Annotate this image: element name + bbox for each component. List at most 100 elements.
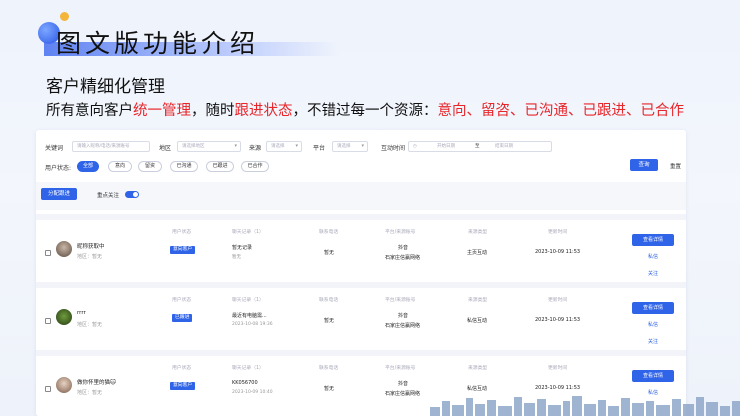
region-label: 地区 [159,145,172,152]
customer-row: 昵称获取中 地区：暂无 用户状态 聊天记录（1） 联系电话 平台/来源账号 来源… [36,214,686,281]
view-detail-button[interactable]: 查看详情 [632,370,674,382]
col-status-header: 用户状态 [172,230,192,235]
col-status-header: 用户状态 [172,298,192,303]
account-value: 石家庄信赢网络 [385,255,421,261]
follow-link[interactable]: 关注 [648,270,658,277]
date-sep: 至 [475,144,480,149]
status-label: 用户状态: [45,165,72,172]
platform-select-value: 请选择 [337,144,351,149]
private-message-link[interactable]: 私信 [648,321,658,328]
customer-name: rrrr [77,310,86,316]
filter-bar: 关键词 请输入昵称/电话/来源账号 地区 请选择地区 ▾ 来源 请选择 ▾ 平台 请… [36,130,686,178]
platform-value: 抖音 [398,245,409,251]
source-select[interactable]: 请选择 ▾ [266,141,302,152]
keyword-input[interactable]: 请输入昵称/电话/来源账号 [72,141,150,152]
col-updated-header: 更新时间 [548,366,568,371]
col-platform-header: 平台/来源账号 [385,298,416,303]
desc-part-2: ，随时 [191,103,235,119]
col-chat-header: 聊天记录（1） [232,366,264,371]
updated-time: 2023-10-09 11:53 [535,249,581,255]
col-updated-header: 更新时间 [548,230,568,235]
platform-label: 平台 [313,145,326,152]
account-value: 石家庄信赢网络 [385,323,421,329]
region-select[interactable]: 请选择地区 ▾ [177,141,241,152]
status-badge: 意向客户 [170,246,196,254]
desc-part-1: 所有意向客户 [46,103,133,119]
col-chat-header: 聊天记录（1） [232,230,264,235]
status-pill-lead[interactable]: 留资 [138,161,162,172]
private-message-link[interactable]: 私信 [648,253,658,260]
chat-sub: 暂无 [232,255,241,260]
col-phone-header: 联系电话 [319,366,339,371]
col-platform-header: 平台/来源账号 [385,366,416,371]
end-date: 结束日期 [495,144,513,149]
focus-toggle[interactable] [125,191,139,198]
phone-value: 暂无 [324,250,335,256]
customer-row: rrrr 地区：暂无 用户状态 聊天记录（1） 联系电话 平台/来源账号 来源类… [36,282,686,349]
reset-button[interactable]: 重置 [670,162,681,170]
phone-value: 暂无 [324,318,335,324]
view-detail-button[interactable]: 查看详情 [632,302,674,314]
decor-dot-yellow [60,12,69,21]
source-type-value: 主页互动 [467,250,488,256]
col-phone-header: 联系电话 [319,298,339,303]
desc-highlight-2: 跟进状态 [234,103,293,119]
row-checkbox[interactable] [45,386,51,392]
customer-region: 地区：暂无 [77,254,103,260]
phone-value: 暂无 [324,386,335,392]
status-badge: 已跟进 [172,314,193,322]
status-pill-all[interactable]: 全部 [77,161,99,172]
slide-title: 图文版功能介绍 [56,29,260,58]
status-pill-followed[interactable]: 已跟进 [206,161,234,172]
chat-sub: 2023-10-08 19:36 [232,322,273,327]
start-date: 开始日期 [437,144,455,149]
col-source-header: 来源类型 [468,230,488,235]
row-checkbox[interactable] [45,318,51,324]
platform-value: 抖音 [398,381,409,387]
status-pill-cooperated[interactable]: 已合作 [241,161,269,172]
platform-value: 抖音 [398,313,409,319]
customer-panel: 关键词 请输入昵称/电话/来源账号 地区 请选择地区 ▾ 来源 请选择 ▾ 平台 请… [36,130,686,416]
row-checkbox[interactable] [45,250,51,256]
status-badge: 意向客户 [170,382,196,390]
chat-title: KK056700 [232,380,258,386]
date-range-input[interactable]: ◷ 开始日期 至 结束日期 [408,141,552,152]
city-skyline-graphic [430,396,740,416]
avatar [56,377,72,393]
status-pill-contacted[interactable]: 已沟通 [170,161,198,172]
follow-link[interactable]: 关注 [648,338,658,345]
col-updated-header: 更新时间 [548,298,568,303]
chat-sub: 2023-10-09 10:40 [232,390,273,395]
customer-region: 地区：暂无 [77,390,103,396]
status-pill-intent[interactable]: 意向 [108,161,132,172]
col-phone-header: 联系电话 [319,230,339,235]
customer-region: 地区：暂无 [77,322,103,328]
source-select-value: 请选择 [271,144,285,149]
slide-subtitle: 客户精细化管理 [46,77,165,97]
col-status-header: 用户状态 [172,366,192,371]
chevron-down-icon: ▾ [295,143,298,149]
platform-select[interactable]: 请选择 ▾ [332,141,368,152]
col-platform-header: 平台/来源账号 [385,230,416,235]
chevron-down-icon: ▾ [361,143,364,149]
query-button[interactable]: 查询 [630,159,658,171]
keyword-label: 关键词 [45,145,64,152]
customer-name: 昵称获取中 [77,244,105,250]
updated-time: 2023-10-09 11:53 [535,385,581,391]
clock-icon: ◷ [413,144,417,149]
desc-highlight-1: 统一管理 [133,103,191,119]
avatar [56,309,72,325]
avatar [56,241,72,257]
desc-part-3: ，不错过每一个资源： [292,103,438,119]
time-label: 互动时间 [381,145,406,152]
focus-label: 重点关注 [97,193,120,199]
chat-title: 最近有电脑需... [232,313,267,319]
account-value: 石家庄信赢网络 [385,391,421,397]
col-chat-header: 聊天记录（1） [232,298,264,303]
assign-follow-button[interactable]: 分配跟进 [41,188,77,200]
region-select-value: 请选择地区 [182,144,205,149]
source-label: 来源 [249,145,262,152]
view-detail-button[interactable]: 查看详情 [632,234,674,246]
col-source-header: 来源类型 [468,298,488,303]
source-type-value: 私信互动 [467,318,488,324]
